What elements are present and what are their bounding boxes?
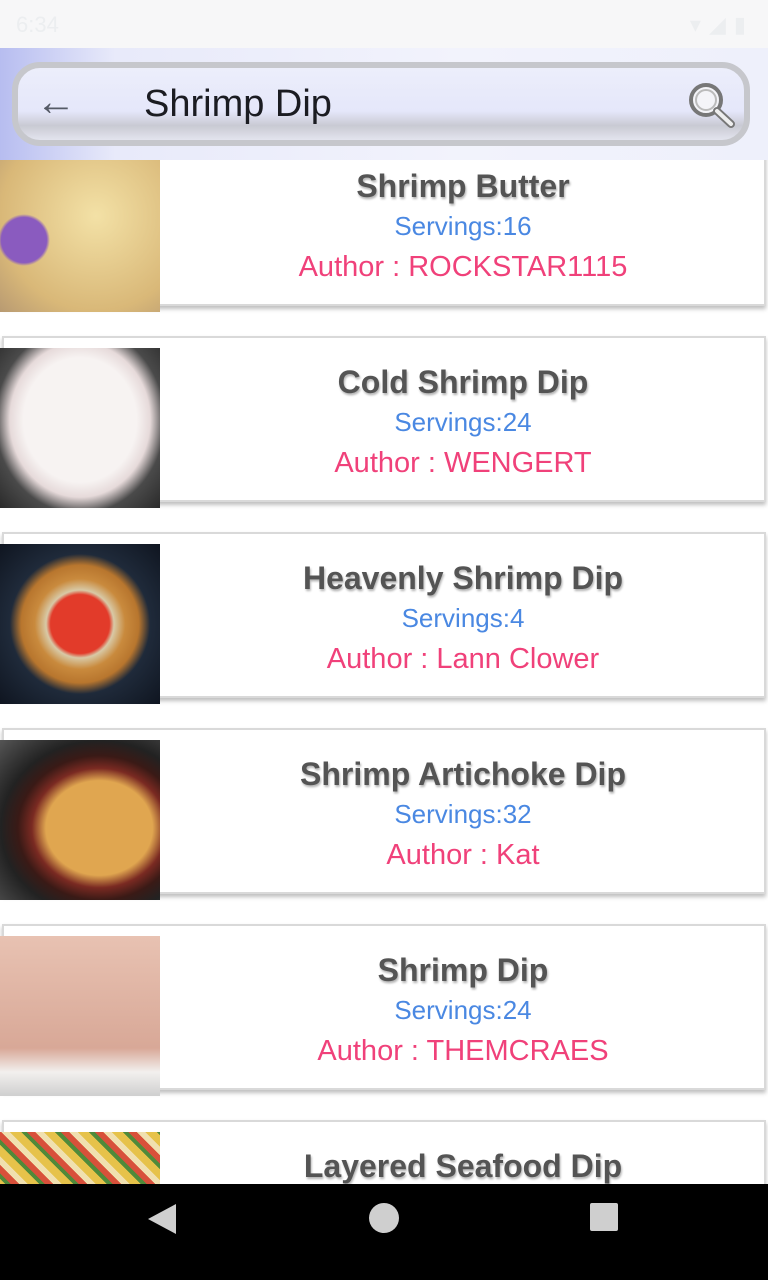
recipe-card[interactable]: Shrimp Artichoke Dip Servings:32 Author … (0, 728, 766, 900)
recipe-servings: Servings:24 (394, 995, 532, 1025)
recipe-servings: Servings:32 (394, 799, 532, 829)
recipe-servings: Servings:4 (401, 603, 525, 633)
system-nav-bar (0, 1184, 768, 1280)
recipe-image (0, 936, 160, 1096)
recipe-card[interactable]: Cold Shrimp Dip Servings:24 Author : WEN… (0, 336, 766, 508)
recipe-author: Author : ROCKSTAR1115 (298, 251, 628, 283)
search-header: ← Shrimp Dip (0, 48, 768, 160)
search-query[interactable]: Shrimp Dip (144, 82, 332, 126)
recipe-card[interactable]: Shrimp Butter Servings:16 Author : ROCKS… (0, 140, 766, 312)
recipe-image (0, 1132, 160, 1184)
home-nav-icon[interactable] (368, 1202, 400, 1234)
recipe-author: Author : WENGERT (334, 447, 592, 479)
recipe-card[interactable]: Heavenly Shrimp Dip Servings:4 Author : … (0, 532, 766, 704)
recipe-author: Author : Kat (386, 839, 540, 871)
arrow-left-icon[interactable]: ← (36, 82, 76, 122)
recipe-servings: Servings:16 (394, 211, 532, 241)
recipe-title: Shrimp Dip (377, 952, 549, 988)
recipe-list[interactable]: Shrimp Butter Servings:16 Author : ROCKS… (0, 0, 768, 1184)
recents-nav-icon[interactable] (589, 1202, 619, 1232)
search-bar[interactable] (12, 62, 750, 146)
recipe-servings: Servings:24 (394, 407, 532, 437)
magnifier-icon[interactable] (686, 80, 738, 130)
recipe-image (0, 152, 160, 312)
recipe-image (0, 348, 160, 508)
recipe-title: Layered Seafood Dip (303, 1148, 623, 1184)
recipe-title: Cold Shrimp Dip (337, 364, 589, 400)
recipe-title: Shrimp Butter (356, 168, 570, 204)
recipe-author: Author : Lann Clower (326, 643, 600, 675)
recipe-card[interactable]: Layered Seafood Dip (0, 1120, 766, 1184)
recipe-image (0, 544, 160, 704)
recipe-image (0, 740, 160, 900)
recipe-title: Shrimp Artichoke Dip (300, 756, 626, 792)
recipe-card[interactable]: Shrimp Dip Servings:24 Author : THEMCRAE… (0, 924, 766, 1096)
back-nav-icon[interactable] (146, 1202, 178, 1236)
recipe-author: Author : THEMCRAES (317, 1035, 609, 1067)
recipe-title: Heavenly Shrimp Dip (302, 560, 624, 596)
